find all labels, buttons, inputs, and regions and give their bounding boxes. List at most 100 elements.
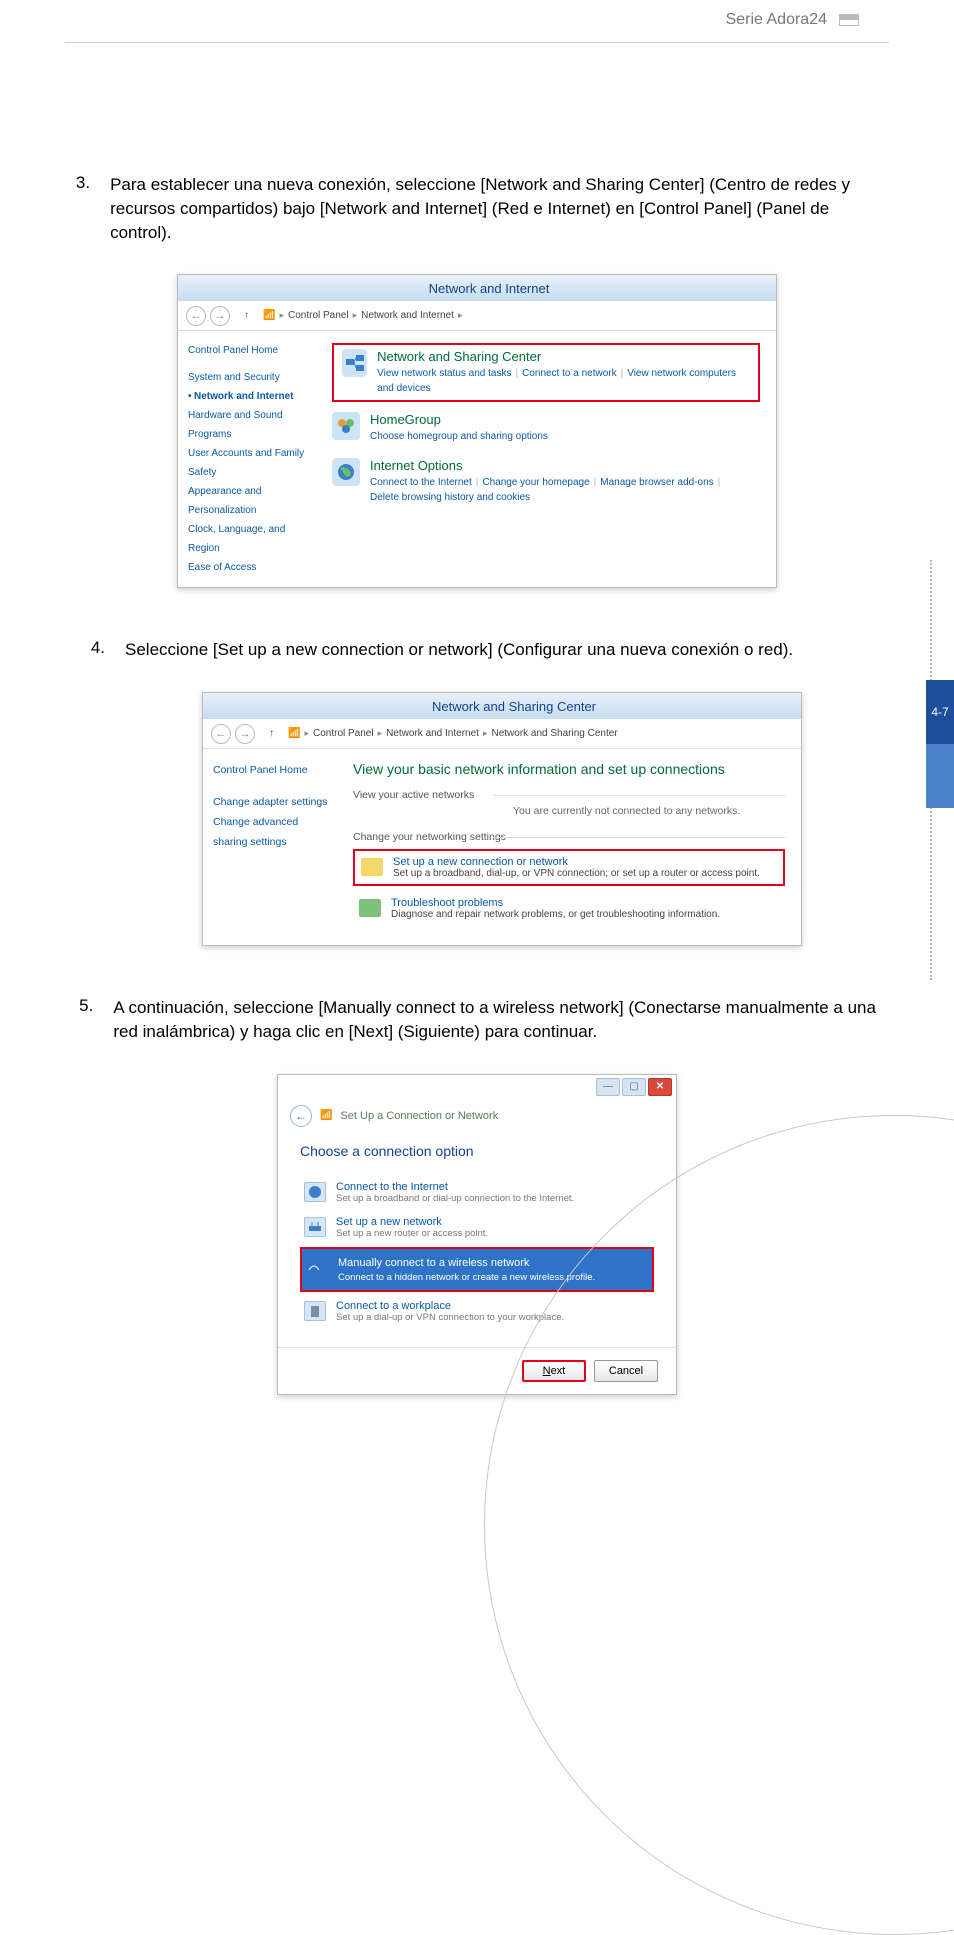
- no-networks-text: You are currently not connected to any n…: [353, 805, 785, 817]
- wizard-header-text: Set Up a Connection or Network: [340, 1110, 498, 1122]
- troubleshoot-icon: [359, 899, 381, 917]
- sidebar-adapter[interactable]: Change adapter settings: [213, 793, 335, 813]
- nsc-title[interactable]: Network and Sharing Center: [377, 349, 750, 364]
- next-button[interactable]: Next: [522, 1360, 586, 1382]
- page-number-tab: 4-7: [926, 680, 954, 744]
- homegroup-icon: [332, 412, 360, 440]
- section-change-settings: Change your networking settings: [353, 831, 785, 843]
- screenshot-control-panel: Network and Internet ← → ↑ 📶 ▸ Control P…: [177, 274, 777, 588]
- nsc-link-2[interactable]: Connect to a network: [522, 368, 617, 379]
- sidebar-users[interactable]: User Accounts and Family Safety: [188, 444, 318, 482]
- main-panel: Network and Sharing Center View network …: [328, 331, 776, 587]
- sidebar-clock[interactable]: Clock, Language, and Region: [188, 520, 318, 558]
- opt-title: Manually connect to a wireless network: [332, 1255, 535, 1271]
- wireless-icon: [306, 1256, 322, 1276]
- io-title[interactable]: Internet Options: [370, 458, 724, 473]
- bc-sep: ▸: [279, 310, 284, 321]
- opt-title: Connect to a workplace: [336, 1300, 564, 1312]
- header-title: Serie Adora24: [726, 11, 827, 29]
- sidebar-network[interactable]: •Network and Internet: [188, 387, 318, 406]
- back-icon[interactable]: ←: [290, 1105, 312, 1127]
- page: Serie Adora24 4-7 3. Para establecer una…: [0, 0, 954, 1505]
- opt-title: Set up a new connection or network: [393, 856, 760, 868]
- opt-connect-internet[interactable]: Connect to the Internet Set up a broadba…: [300, 1175, 654, 1210]
- opt-subtitle: Diagnose and repair network problems, or…: [391, 909, 720, 920]
- window-titlebar: Network and Sharing Center: [203, 693, 801, 719]
- opt-troubleshoot[interactable]: Troubleshoot problems Diagnose and repai…: [353, 892, 785, 925]
- up-icon[interactable]: ↑: [269, 728, 274, 739]
- sidebar-appearance[interactable]: Appearance and Personalization: [188, 482, 318, 520]
- sidebar: Control Panel Home System and Security •…: [178, 331, 328, 587]
- io-link-1[interactable]: Connect to the Internet: [370, 477, 472, 488]
- breadcrumb-1[interactable]: Control Panel: [313, 728, 374, 739]
- globe-icon: [304, 1182, 326, 1202]
- screenshot-wizard: — ▢ ✕ ← 📶 Set Up a Connection or Network…: [277, 1074, 677, 1395]
- highlight-box: Manually connect to a wireless network C…: [300, 1247, 654, 1292]
- window-title: Network and Sharing Center: [227, 699, 801, 714]
- sidebar-system[interactable]: System and Security: [188, 368, 318, 387]
- opt-subtitle: Set up a new router or access point.: [336, 1228, 488, 1239]
- wizard-shield-icon: 📶: [320, 1110, 332, 1121]
- opt-new-network[interactable]: Set up a new network Set up a new router…: [300, 1210, 654, 1245]
- back-icon[interactable]: ←: [186, 306, 206, 326]
- internet-options-icon: [332, 458, 360, 486]
- step-4: 4. Seleccione [Set up a new connection o…: [75, 638, 879, 662]
- side-tabs: 4-7: [926, 680, 954, 808]
- sidebar-programs[interactable]: Programs: [188, 425, 318, 444]
- main-heading: View your basic network information and …: [353, 761, 785, 777]
- sidebar-ease[interactable]: Ease of Access: [188, 558, 318, 577]
- io-link-3[interactable]: Manage browser add-ons: [600, 477, 713, 488]
- hg-title[interactable]: HomeGroup: [370, 412, 548, 427]
- opt-subtitle: Connect to a hidden network or create a …: [332, 1271, 601, 1284]
- nsc-link-1[interactable]: View network status and tasks: [377, 368, 511, 379]
- wizard-header: ← 📶 Set Up a Connection or Network: [278, 1101, 676, 1135]
- sidebar: Control Panel Home Change adapter settin…: [203, 749, 345, 945]
- cancel-button[interactable]: Cancel: [594, 1360, 658, 1382]
- window-title: Network and Internet: [202, 281, 776, 296]
- sidebar-advanced[interactable]: Change advanced sharing settings: [213, 813, 335, 853]
- io-link-2[interactable]: Change your homepage: [482, 477, 589, 488]
- header-logo-mark: [839, 14, 859, 26]
- minimize-icon[interactable]: —: [596, 1078, 620, 1096]
- opt-title: Set up a new network: [336, 1216, 488, 1228]
- forward-icon[interactable]: →: [210, 306, 230, 326]
- breadcrumb-1[interactable]: Control Panel: [288, 310, 349, 321]
- sidebar-hardware[interactable]: Hardware and Sound: [188, 406, 318, 425]
- breadcrumb-2[interactable]: Network and Internet: [361, 310, 454, 321]
- step-3: 3. Para establecer una nueva conexión, s…: [75, 173, 879, 244]
- router-icon: [304, 1217, 326, 1237]
- opt-new-connection[interactable]: Set up a new connection or network Set u…: [355, 851, 783, 884]
- opt-subtitle: Set up a broadband or dial-up connection…: [336, 1193, 574, 1204]
- wizard-title: Choose a connection option: [300, 1143, 654, 1159]
- opt-subtitle: Set up a broadband, dial-up, or VPN conn…: [393, 868, 760, 879]
- step-number: 3.: [75, 173, 90, 244]
- page-header: Serie Adora24: [65, 0, 889, 40]
- opt-manual-wireless[interactable]: Manually connect to a wireless network C…: [302, 1249, 652, 1290]
- building-icon: [304, 1301, 326, 1321]
- next-label: N: [543, 1365, 551, 1377]
- breadcrumb-2[interactable]: Network and Internet: [386, 728, 479, 739]
- close-icon[interactable]: ✕: [648, 1078, 672, 1096]
- up-icon[interactable]: ↑: [244, 310, 249, 321]
- back-icon[interactable]: ←: [211, 724, 231, 744]
- step-text: Seleccione [Set up a new connection or n…: [125, 638, 793, 662]
- hg-link-1[interactable]: Choose homegroup and sharing options: [370, 431, 548, 442]
- page-number-tab-shadow: [926, 744, 954, 808]
- sidebar-home[interactable]: Control Panel Home: [213, 761, 335, 781]
- opt-subtitle: Set up a dial-up or VPN connection to yo…: [336, 1312, 564, 1323]
- new-connection-icon: [361, 858, 383, 876]
- opt-workplace[interactable]: Connect to a workplace Set up a dial-up …: [300, 1294, 654, 1329]
- forward-icon[interactable]: →: [235, 724, 255, 744]
- sidebar-home[interactable]: Control Panel Home: [188, 341, 318, 360]
- step-number: 4.: [75, 638, 105, 662]
- network-sharing-icon: [342, 349, 367, 377]
- highlight-box: Set up a new connection or network Set u…: [353, 849, 785, 886]
- step-text: A continuación, seleccione [Manually con…: [113, 996, 879, 1044]
- breadcrumb-3[interactable]: Network and Sharing Center: [491, 728, 617, 739]
- breadcrumb-icon: 📶: [288, 728, 300, 739]
- io-link-4[interactable]: Delete browsing history and cookies: [370, 492, 530, 503]
- section-active-networks: View your active networks: [353, 789, 785, 801]
- maximize-icon[interactable]: ▢: [622, 1078, 646, 1096]
- highlight-box: Network and Sharing Center View network …: [332, 343, 760, 402]
- address-bar: ← → ↑ 📶 ▸ Control Panel ▸ Network and In…: [178, 301, 776, 331]
